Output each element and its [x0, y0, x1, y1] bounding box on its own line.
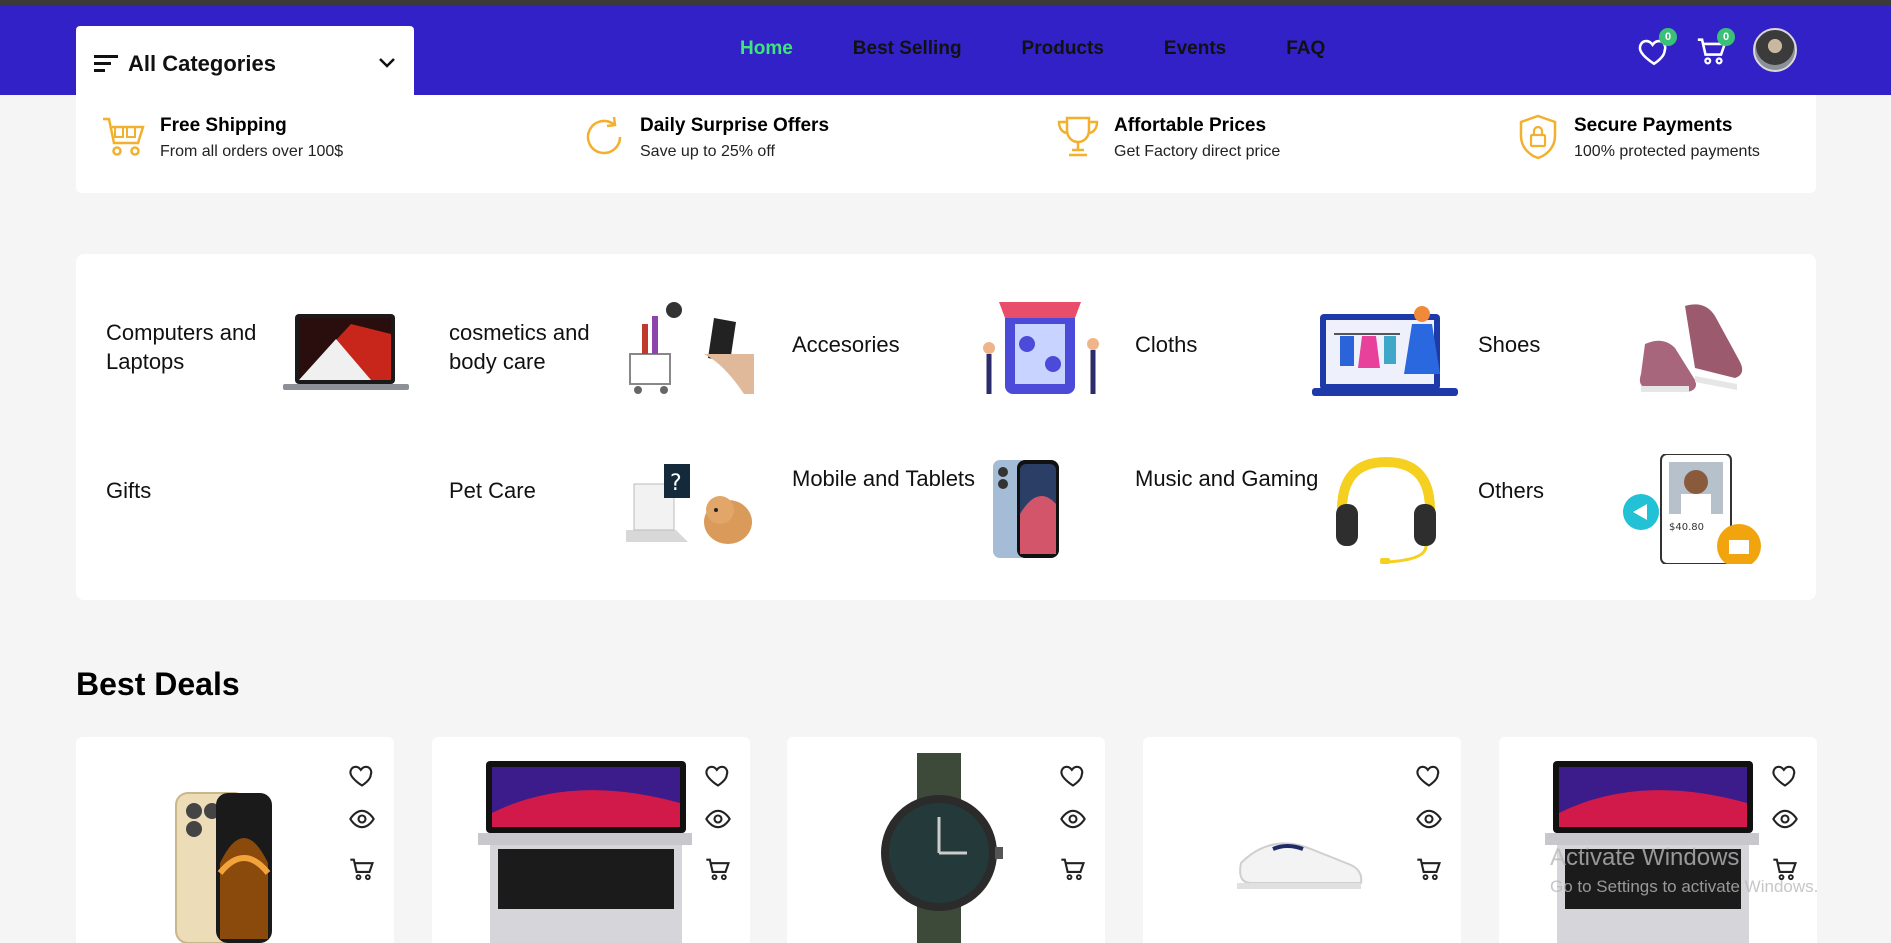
eye-icon[interactable]: [348, 805, 376, 833]
category-name: Mobile and Tablets: [792, 466, 976, 491]
features-bar: Free Shipping From all orders over 100$ …: [76, 95, 1816, 193]
nav-icon-group: 0 0: [1617, 28, 1797, 72]
product-card[interactable]: [1499, 737, 1817, 943]
svg-text:$40.80: $40.80: [1669, 522, 1704, 533]
nav-link-products[interactable]: Products: [1022, 38, 1104, 60]
product-card[interactable]: [76, 737, 394, 943]
feature-subtitle: Get Factory direct price: [1114, 143, 1281, 160]
feature-title: Secure Payments: [1574, 115, 1733, 136]
category-name: cosmetics and body care: [449, 320, 590, 374]
feature-subtitle: Save up to 25% off: [640, 143, 775, 160]
wishlist-count-badge: 0: [1659, 28, 1677, 46]
eye-icon[interactable]: [1771, 805, 1799, 833]
watch-image: [881, 753, 1003, 943]
phone-image: [993, 460, 1059, 558]
eye-icon[interactable]: [1059, 805, 1087, 833]
category-name: Computers and Laptops: [106, 320, 257, 374]
feature-subtitle: 100% protected payments: [1574, 143, 1760, 160]
cart-button[interactable]: 0: [1693, 28, 1735, 70]
clothes-image: [1312, 306, 1458, 396]
category-name: Gifts: [106, 478, 152, 503]
feature-title: Affortable Prices: [1114, 115, 1267, 136]
category-card[interactable]: Cloths: [1105, 274, 1458, 424]
cosmetics-image: [629, 302, 754, 394]
category-card[interactable]: Accesories: [762, 274, 1105, 424]
heart-icon[interactable]: [1059, 761, 1087, 789]
feature-subtitle: From all orders over 100$: [160, 143, 344, 160]
cart-icon[interactable]: [704, 855, 732, 883]
svg-text:?: ?: [670, 471, 682, 496]
feature-daily-offers: Daily Surprise Offers Save up to 25% off: [580, 113, 829, 161]
all-categories-dropdown[interactable]: All Categories: [76, 26, 414, 102]
category-card[interactable]: Mobile and Tablets: [762, 434, 1105, 584]
product-card[interactable]: [787, 737, 1105, 943]
cart-icon[interactable]: [1059, 855, 1087, 883]
cart-icon: [103, 117, 145, 156]
feature-free-shipping: Free Shipping From all orders over 100$: [100, 113, 343, 161]
nav-link-home[interactable]: Home: [740, 38, 793, 60]
category-card[interactable]: Shoes: [1448, 274, 1791, 424]
iphone-image: [175, 792, 272, 943]
activate-windows-watermark: Activate Windows: [1550, 844, 1740, 871]
shield-lock-icon: [1519, 114, 1557, 160]
feature-title: Daily Surprise Offers: [640, 115, 830, 136]
heart-icon[interactable]: [1415, 761, 1443, 789]
menu-icon: [94, 55, 118, 72]
cart-icon[interactable]: [1415, 855, 1443, 883]
main-nav: Home Best Selling Products Events FAQ: [740, 38, 1385, 60]
product-card[interactable]: [432, 737, 750, 943]
top-navbar: All Categories Home Best Selling Product…: [0, 6, 1891, 102]
feature-affordable-prices: Affortable Prices Get Factory direct pri…: [1054, 113, 1280, 161]
sneaker-image: [1237, 842, 1363, 889]
activate-windows-subtext: Go to Settings to activate Windows.: [1550, 877, 1819, 896]
headphones-image: [1336, 456, 1436, 564]
cart-icon[interactable]: [348, 855, 376, 883]
eye-icon[interactable]: [704, 805, 732, 833]
category-card[interactable]: Music and Gaming: [1105, 434, 1448, 584]
shoes-image: [1639, 304, 1743, 392]
category-name: Others: [1478, 478, 1545, 503]
all-categories-label: All Categories: [128, 51, 276, 76]
category-name: Shoes: [1478, 332, 1541, 357]
accessories-image: [983, 302, 1099, 394]
category-card[interactable]: Pet Care ?: [419, 434, 762, 584]
user-avatar[interactable]: [1753, 28, 1797, 72]
nav-link-best-selling[interactable]: Best Selling: [853, 38, 962, 60]
others-image: $40.80: [1623, 454, 1761, 564]
chevron-down-icon: [379, 58, 395, 68]
pet-care-image: ?: [626, 464, 752, 544]
refresh-icon: [586, 116, 622, 155]
category-card[interactable]: Computers and Laptops: [76, 274, 419, 424]
category-name: Cloths: [1135, 332, 1198, 357]
product-card[interactable]: [1143, 737, 1461, 943]
nav-link-events[interactable]: Events: [1164, 38, 1226, 60]
cart-count-badge: 0: [1717, 28, 1735, 46]
laptop-image: [283, 314, 409, 390]
best-deals-title: Best Deals: [76, 666, 240, 702]
heart-icon[interactable]: [704, 761, 732, 789]
macbook-image: [478, 761, 692, 943]
feature-secure-payments: Secure Payments 100% protected payments: [1514, 113, 1760, 161]
category-card[interactable]: cosmetics and body care: [419, 274, 762, 424]
nav-link-faq[interactable]: FAQ: [1286, 38, 1325, 60]
category-card[interactable]: Others $40.80: [1448, 434, 1791, 584]
category-name: Pet Care: [449, 478, 536, 503]
category-card[interactable]: Gifts: [76, 434, 419, 584]
heart-icon[interactable]: [1771, 761, 1799, 789]
eye-icon[interactable]: [1415, 805, 1443, 833]
wishlist-button[interactable]: 0: [1635, 28, 1677, 70]
category-name: Accesories: [792, 332, 900, 357]
category-grid: Computers and Laptops cosmetics and body…: [76, 254, 1816, 600]
heart-icon[interactable]: [348, 761, 376, 789]
category-name: Music and Gaming: [1135, 466, 1319, 491]
feature-title: Free Shipping: [160, 115, 287, 136]
trophy-icon: [1057, 116, 1099, 157]
